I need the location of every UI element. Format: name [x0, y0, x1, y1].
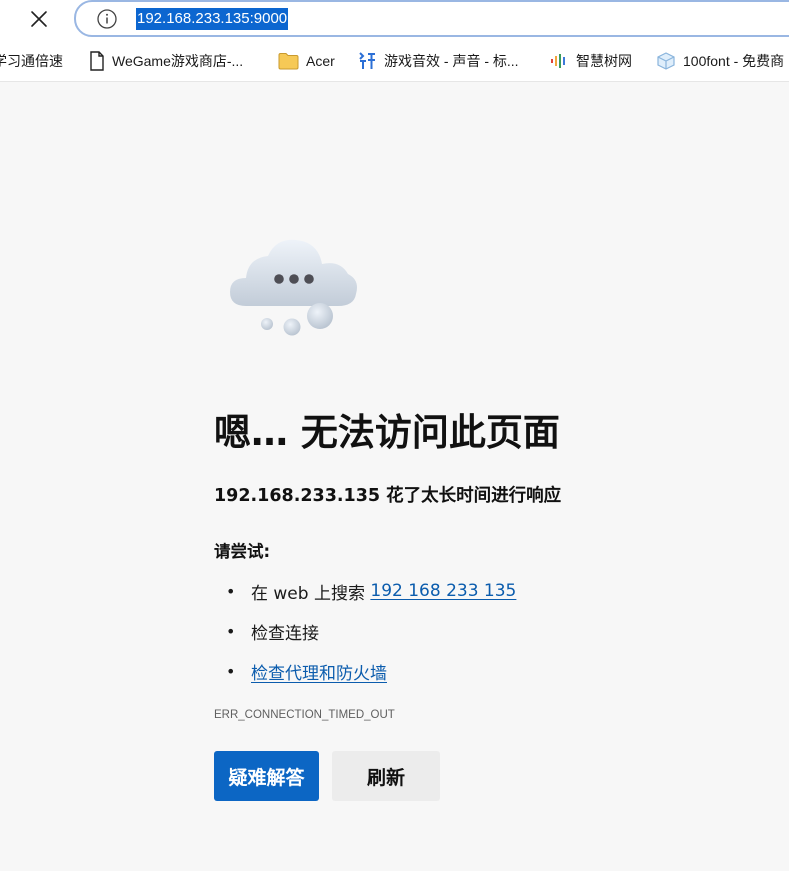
zhihuishu-icon: [551, 54, 565, 68]
check-proxy-link[interactable]: 检查代理和防火墙: [251, 659, 387, 684]
bookmark-item[interactable]: 智慧树网: [549, 49, 632, 73]
browser-toolbar: 192.168.233.135:9000: [0, 0, 789, 40]
page-title: 嗯… 无法访问此页面: [214, 411, 560, 454]
bookmark-item[interactable]: Acer: [278, 49, 335, 73]
bookmark-label: 游戏音效 - 声音 - 标...: [384, 53, 519, 69]
suggestion-check-connection: • 检查连接: [226, 619, 319, 644]
suggestion-check-connection-text: 检查连接: [251, 623, 319, 644]
error-description: 192.168.233.135 花了太长时间进行响应: [214, 486, 562, 506]
bullet: •: [226, 581, 236, 601]
cube-icon: [657, 52, 675, 70]
url-text[interactable]: 192.168.233.135:9000: [136, 8, 289, 30]
suggestion-check-proxy: • 检查代理和防火墙: [226, 659, 387, 684]
suggestion-search-text: 在 web 上搜索: [251, 583, 371, 604]
bookmark-label: WeGame游戏商店-...: [112, 53, 244, 69]
cloud-icon: [230, 239, 357, 336]
address-bar[interactable]: 192.168.233.135:9000: [74, 0, 789, 37]
close-button[interactable]: [24, 4, 54, 34]
bookmark-item[interactable]: 学习通倍速: [0, 49, 63, 73]
info-icon[interactable]: [96, 8, 118, 30]
bookmark-item[interactable]: WeGame游戏商店-...: [89, 49, 243, 73]
bookmark-label: 100font - 免费商: [683, 53, 785, 69]
folder-icon: [278, 53, 299, 70]
sound-icon: [359, 52, 375, 69]
refresh-button[interactable]: 刷新: [332, 751, 440, 801]
search-link[interactable]: 192 168 233 135: [370, 581, 516, 601]
page-icon: [90, 51, 104, 71]
suggestions-label: 请尝试:: [214, 542, 271, 561]
bookmark-label: 智慧树网: [576, 53, 632, 69]
bookmark-item[interactable]: 100font - 免费商: [656, 49, 784, 73]
bullet: •: [226, 621, 236, 641]
bookmarks-bar: 学习通倍速 WeGame游戏商店-... Acer 游戏音效 - 声音 - 标.…: [0, 40, 789, 82]
bullet: •: [226, 661, 236, 681]
bookmark-item[interactable]: 游戏音效 - 声音 - 标...: [357, 49, 519, 73]
bookmark-label: 学习通倍速: [0, 53, 63, 69]
close-icon: [31, 11, 47, 27]
troubleshoot-button[interactable]: 疑难解答: [214, 751, 319, 801]
bookmark-label: Acer: [306, 53, 335, 69]
error-code: ERR_CONNECTION_TIMED_OUT: [214, 709, 395, 721]
suggestion-search: • 在 web 上搜索 192 168 233 135: [226, 579, 516, 604]
